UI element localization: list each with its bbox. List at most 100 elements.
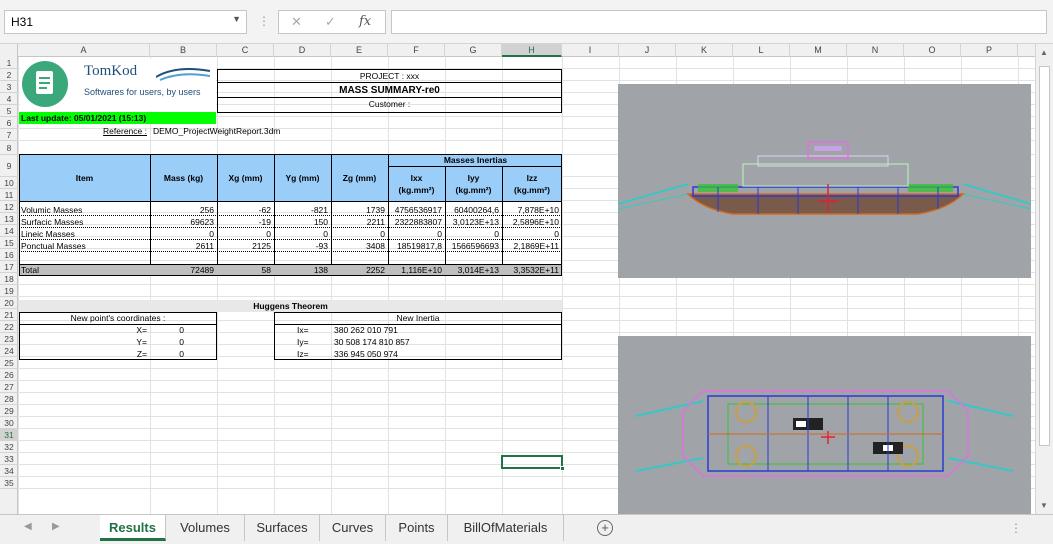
huygens-title: Huggens Theorem <box>19 300 562 312</box>
row-header-28[interactable]: 28 <box>0 393 18 405</box>
row-header-30[interactable]: 30 <box>0 417 18 429</box>
chevron-down-icon[interactable]: ▼ <box>232 14 241 24</box>
column-header-l[interactable]: L <box>733 44 790 57</box>
select-all-corner[interactable] <box>0 44 18 57</box>
vertical-scrollbar[interactable]: ▲ ▼ <box>1035 44 1053 514</box>
ix-value: 380 262 010 791 <box>334 325 398 335</box>
tab-options-icon[interactable]: ⋮ <box>1010 521 1022 535</box>
row-header-13[interactable]: 13 <box>0 213 18 225</box>
row-header-20[interactable]: 20 <box>0 297 18 309</box>
scroll-up-icon[interactable]: ▲ <box>1040 48 1048 57</box>
row-headers: 1 2 3 4 5 6 7 8 9 10 11 12 13 14 15 16 17 18 19 20 21 22 23 24 2… <box>0 57 18 514</box>
row-header-34[interactable]: 34 <box>0 465 18 477</box>
column-header-o[interactable]: O <box>904 44 961 57</box>
formula-input[interactable] <box>391 10 1047 34</box>
row-header-5[interactable]: 5 <box>0 105 18 117</box>
tab-prev-icon[interactable]: ◀ <box>24 521 32 532</box>
column-header-m[interactable]: M <box>790 44 847 57</box>
function-icon[interactable]: fx <box>359 14 371 29</box>
row-header-1[interactable]: 1 <box>0 57 18 69</box>
row-header-26[interactable]: 26 <box>0 369 18 381</box>
column-header-c[interactable]: C <box>217 44 274 57</box>
column-header-k[interactable]: K <box>676 44 733 57</box>
row-header-12[interactable]: 12 <box>0 201 18 213</box>
column-header-i[interactable]: I <box>562 44 619 57</box>
z-value: 0 <box>179 349 184 359</box>
cell-iyy: 1566596693 <box>451 241 499 251</box>
cell-izz: 2,1869E+11 <box>513 241 559 251</box>
total-mass: 72489 <box>190 265 214 275</box>
column-header-p[interactable]: P <box>961 44 1018 57</box>
row-header-25[interactable]: 25 <box>0 357 18 369</box>
cell-ixx: 2322883807 <box>394 217 442 227</box>
row-header-2[interactable]: 2 <box>0 69 18 81</box>
cell-zg: 2211 <box>366 217 385 227</box>
column-header-n[interactable]: N <box>847 44 904 57</box>
add-sheet-icon[interactable]: + <box>597 520 613 536</box>
iy-value: 30 508 174 810 857 <box>334 337 410 347</box>
row-header-32[interactable]: 32 <box>0 441 18 453</box>
name-box[interactable]: H31 ▼ <box>4 10 247 34</box>
reference-value: DEMO_ProjectWeightReport.3dm <box>153 126 281 136</box>
selected-cell[interactable] <box>501 455 565 471</box>
cell-item: Ponctual Masses <box>21 241 86 251</box>
confirm-icon[interactable]: ✓ <box>325 14 336 30</box>
total-label: Total <box>21 265 39 275</box>
row-header-35[interactable]: 35 <box>0 477 18 489</box>
tab-points[interactable]: Points <box>386 515 448 541</box>
column-header-a[interactable]: A <box>18 44 150 57</box>
cell-izz: 0 <box>554 229 559 239</box>
row-header-19[interactable]: 19 <box>0 285 18 297</box>
row-header-17[interactable]: 17 <box>0 261 18 273</box>
scroll-thumb[interactable] <box>1039 66 1050 446</box>
row-header-22[interactable]: 22 <box>0 321 18 333</box>
tab-curves[interactable]: Curves <box>320 515 386 541</box>
cell-xg: 2125 <box>252 241 271 251</box>
cell-iyy: 3,0123E+13 <box>452 217 499 227</box>
y-value: 0 <box>179 337 184 347</box>
column-header-d[interactable]: D <box>274 44 331 57</box>
cancel-icon[interactable]: ✕ <box>291 14 302 30</box>
row-header-11[interactable]: 11 <box>0 189 18 201</box>
row-header-9[interactable]: 9 <box>0 155 18 177</box>
row-header-16[interactable]: 16 <box>0 249 18 261</box>
column-header-h[interactable]: H <box>502 44 562 57</box>
row-header-24[interactable]: 24 <box>0 345 18 357</box>
column-header-j[interactable]: J <box>619 44 676 57</box>
row-header-15[interactable]: 15 <box>0 237 18 249</box>
wave-icon <box>155 67 211 81</box>
row-header-3[interactable]: 3 <box>0 81 18 93</box>
row-header-6[interactable]: 6 <box>0 117 18 129</box>
row-header-33[interactable]: 33 <box>0 453 18 465</box>
tab-volumes[interactable]: Volumes <box>166 515 245 541</box>
tab-next-icon[interactable]: ▶ <box>52 521 60 532</box>
row-header-31[interactable]: 31 <box>0 429 18 441</box>
column-header-g[interactable]: G <box>445 44 502 57</box>
tab-results[interactable]: Results <box>100 515 166 541</box>
more-options-icon[interactable]: ⋮ <box>258 14 270 28</box>
project-box: PROJECT : xxx MASS SUMMARY-re0 Customer … <box>217 69 562 113</box>
header-inertias: Masses Inertias <box>388 154 562 167</box>
row-header-10[interactable]: 10 <box>0 177 18 189</box>
tab-billofmaterials[interactable]: BillOfMaterials <box>448 515 564 541</box>
row-header-7[interactable]: 7 <box>0 129 18 141</box>
scroll-down-icon[interactable]: ▼ <box>1040 501 1048 510</box>
fill-handle[interactable] <box>560 466 565 471</box>
row-header-27[interactable]: 27 <box>0 381 18 393</box>
row-header-14[interactable]: 14 <box>0 225 18 237</box>
column-header-b[interactable]: B <box>150 44 217 57</box>
row-header-18[interactable]: 18 <box>0 273 18 285</box>
row-header-8[interactable]: 8 <box>0 141 18 155</box>
cell-mass: 256 <box>199 205 214 215</box>
row-header-29[interactable]: 29 <box>0 405 18 417</box>
row-header-4[interactable]: 4 <box>0 93 18 105</box>
column-header-f[interactable]: F <box>388 44 445 57</box>
row-header-21[interactable]: 21 <box>0 309 18 321</box>
column-header-e[interactable]: E <box>331 44 388 57</box>
worksheet-grid[interactable]: A B C D E F G H I J K L M N O P 12345678… <box>0 44 1035 514</box>
tab-surfaces[interactable]: Surfaces <box>245 515 320 541</box>
cell-mass: 0 <box>209 229 214 239</box>
cell-zg: 0 <box>380 229 385 239</box>
row-header-23[interactable]: 23 <box>0 333 18 345</box>
header-ixx: Ixx <box>410 173 423 183</box>
